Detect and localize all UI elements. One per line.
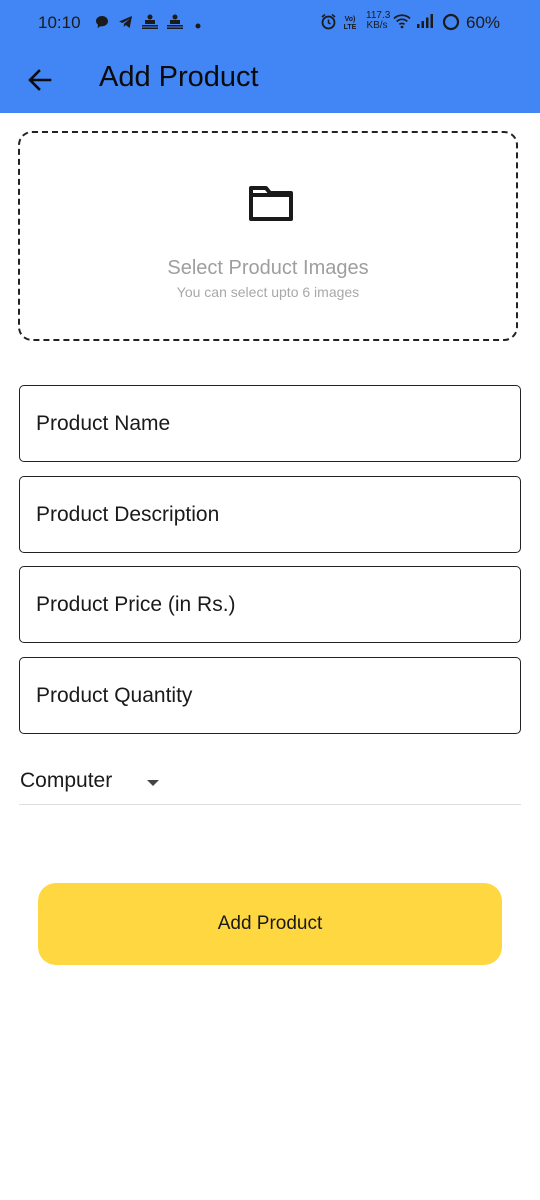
header: 10:10 Vo) LTE 117.3 KB/s 60% Add Product: [0, 0, 540, 113]
product-name-field[interactable]: [19, 385, 521, 462]
image-picker-subtitle: You can select upto 6 images: [176, 284, 360, 300]
news-icon: [167, 14, 183, 29]
category-dropdown[interactable]: Computer: [19, 760, 521, 805]
add-product-button[interactable]: Add Product: [38, 883, 502, 965]
telegram-icon: [119, 16, 132, 28]
alarm-icon: [321, 13, 336, 30]
status-bar: 10:10 Vo) LTE 117.3 KB/s 60%: [0, 0, 540, 44]
battery-percent: 60%: [466, 13, 501, 32]
page-title: Add Product: [99, 61, 259, 93]
network-speed-unit: KB/s: [366, 20, 388, 31]
svg-text:LTE: LTE: [344, 24, 357, 30]
product-description-input[interactable]: [20, 477, 520, 552]
app-bar: Add Product: [0, 44, 540, 113]
battery-ring-icon: [442, 13, 460, 31]
svg-text:Vo): Vo): [345, 16, 356, 23]
news-icon: [142, 14, 158, 29]
category-selected: Computer: [20, 769, 113, 792]
product-quantity-field[interactable]: [19, 657, 521, 734]
chat-bubble-icon: [96, 16, 108, 28]
signal-icon: [417, 14, 433, 28]
product-quantity-input[interactable]: [20, 658, 520, 733]
status-time: 10:10: [38, 13, 81, 32]
dot-icon: [195, 23, 201, 29]
product-price-input[interactable]: [20, 567, 520, 642]
image-picker[interactable]: Select Product Images You can select upt…: [18, 131, 518, 341]
dropdown-caret-icon: [147, 780, 159, 786]
product-name-input[interactable]: [20, 386, 520, 461]
folder-icon: [249, 186, 293, 221]
image-picker-title: Select Product Images: [167, 257, 369, 279]
product-price-field[interactable]: [19, 566, 521, 643]
arrow-back-icon[interactable]: [26, 66, 54, 94]
volte-icon: Vo) LTE: [344, 16, 357, 30]
network-speed: 117.3 KB/s: [366, 11, 390, 31]
wifi-icon: [393, 14, 411, 29]
product-description-field[interactable]: [19, 476, 521, 553]
